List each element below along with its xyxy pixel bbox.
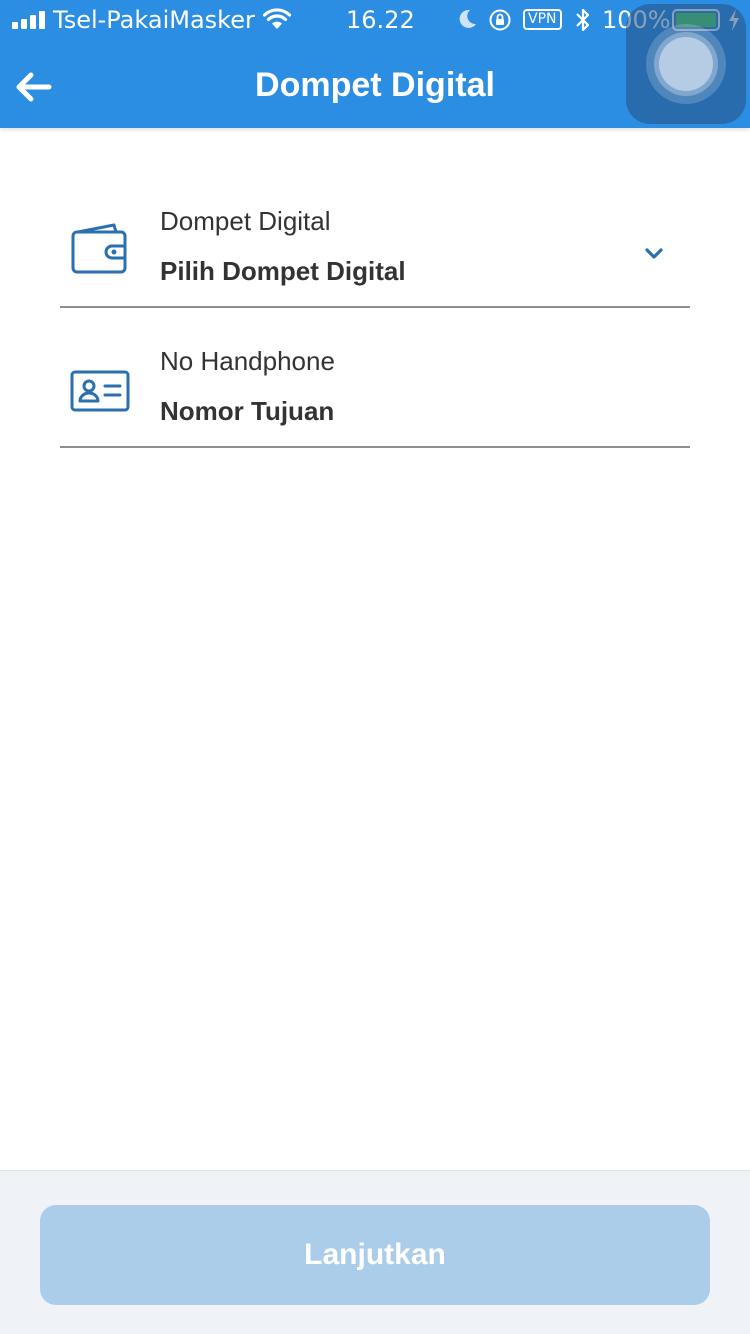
wallet-select-value: Pilih Dompet Digital <box>160 256 406 286</box>
phone-number-placeholder: Nomor Tujuan <box>160 396 335 426</box>
vpn-badge: VPN <box>523 9 562 30</box>
moon-icon <box>459 9 476 28</box>
phone-number-label: No Handphone <box>160 346 335 376</box>
chevron-down-icon <box>645 248 663 259</box>
footer: Lanjutkan <box>0 1170 750 1334</box>
wifi-icon <box>262 8 292 29</box>
assistive-touch-button[interactable] <box>626 4 746 124</box>
signal-icon <box>12 11 45 29</box>
id-card-icon <box>70 370 130 412</box>
clock: 16.22 <box>346 6 415 34</box>
carrier-name: Tsel-PakaiMasker <box>53 6 255 34</box>
wallet-select[interactable]: Dompet Digital Pilih Dompet Digital <box>60 188 690 308</box>
continue-button[interactable]: Lanjutkan <box>40 1205 710 1305</box>
assistive-touch-core <box>659 37 713 91</box>
bluetooth-icon <box>576 8 590 32</box>
rotation-lock-icon <box>489 9 511 31</box>
wallet-select-label: Dompet Digital <box>160 206 331 236</box>
phone-number-field[interactable]: No Handphone Nomor Tujuan <box>60 328 690 448</box>
wallet-icon <box>71 223 127 274</box>
